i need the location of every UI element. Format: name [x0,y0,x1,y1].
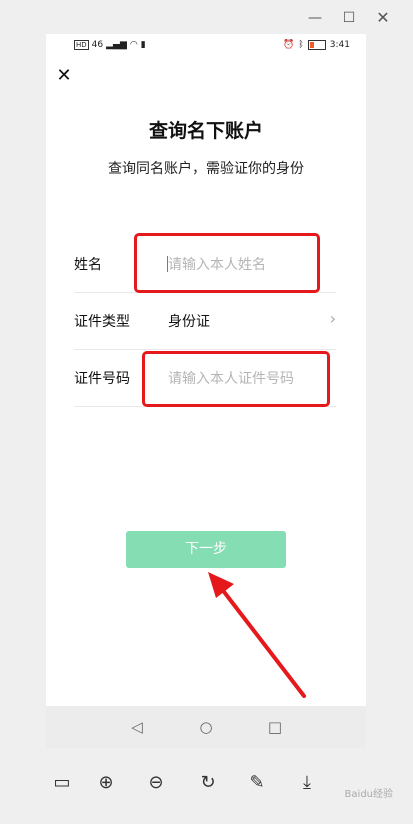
screenshot-icon[interactable]: ▭ [49,770,75,796]
hd-indicator: HD [74,40,89,50]
id-type-value[interactable]: 身份证 [168,311,210,331]
recent-apps-icon[interactable]: □ [266,718,284,736]
zoom-out-icon[interactable]: ⊖ [143,770,169,796]
close-icon[interactable]: ✕ [54,66,74,86]
battery-icon [307,40,326,50]
id-number-label: 证件号码 [74,371,130,387]
wifi-icon: ◠ [129,40,138,50]
annotation-arrow [208,572,306,698]
status-bar: HD 46 ▂▄▆ ◠ ▮ ⏰ ᛒ 3:41 [46,34,366,58]
phone-screen: HD 46 ▂▄▆ ◠ ▮ ⏰ ᛒ 3:41 ✕ 查询名下账户 查询同名账户，需… [46,34,366,706]
maximize-icon[interactable]: ☐ [339,8,359,28]
annotation-box-id [142,351,330,407]
zoom-in-icon[interactable]: ⊕ [93,770,119,796]
bluetooth-icon: ᛒ [298,40,304,50]
page-subtitle: 查询同名账户，需验证你的身份 [108,161,304,177]
alarm-icon: ⏰ [283,40,295,50]
viewer-toolbar: ▭ ⊕ ⊖ ↻ ✎ ⤓ Baidu经验 [0,760,413,810]
page-title: 查询名下账户 [148,120,263,142]
watermark-text: Baidu经验 [344,789,393,800]
network-indicator: 46 [91,40,104,50]
minimize-icon[interactable]: — [305,8,325,28]
android-nav-bar: ◁ ○ □ [46,706,366,748]
edit-icon[interactable]: ✎ [244,770,270,796]
name-label: 姓名 [74,257,102,273]
next-button[interactable]: 下一步 [126,531,286,568]
sim-icon: ▮ [140,40,146,50]
chevron-right-icon: › [329,309,336,328]
signal-icon: ▂▄▆ [106,40,127,50]
download-icon[interactable]: ⤓ [294,770,320,796]
home-icon[interactable]: ○ [197,718,215,736]
status-time: 3:41 [329,40,350,50]
window-controls: — ☐ ✕ [273,0,413,34]
id-type-row[interactable]: 证件类型 身份证 › [74,293,336,350]
back-icon[interactable]: ◁ [128,718,146,736]
annotation-box-name [134,233,320,293]
id-type-label: 证件类型 [74,314,130,330]
close-window-icon[interactable]: ✕ [373,8,393,28]
rotate-icon[interactable]: ↻ [195,770,221,796]
